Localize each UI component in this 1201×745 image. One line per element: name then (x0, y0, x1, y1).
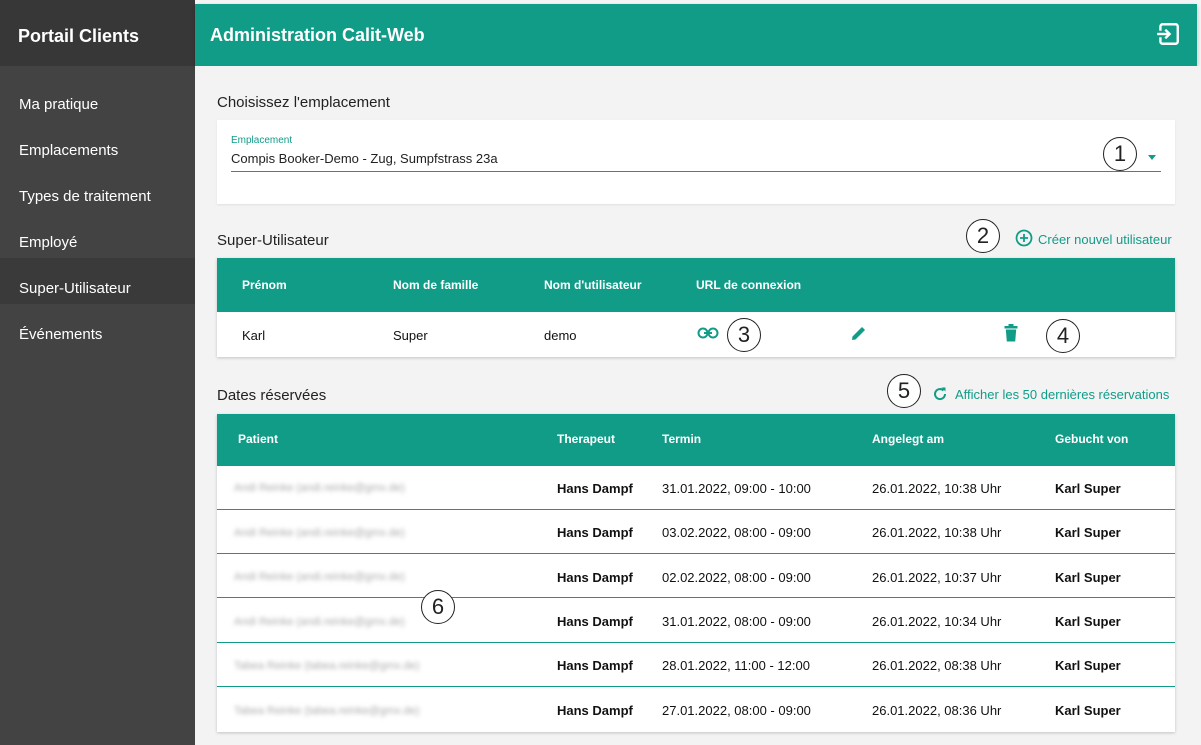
col-url-de-connexion: URL de connexion (696, 278, 802, 292)
cell-username: demo (544, 328, 577, 343)
cell-last-name: Super (393, 328, 428, 343)
col-nom-utilisateur: Nom d'utilisateur (544, 278, 642, 292)
cell-booked-by: Karl Super (1055, 614, 1121, 629)
cell-created: 26.01.2022, 10:38 Uhr (872, 481, 1002, 496)
col-patient: Patient (238, 432, 279, 446)
chevron-down-icon[interactable] (1148, 155, 1156, 160)
col-angelegt-am: Angelegt am (872, 432, 945, 446)
cell-therapist: Hans Dampf (557, 658, 633, 673)
cell-termin: 27.01.2022, 08:00 - 09:00 (662, 703, 811, 718)
cell-booked-by: Karl Super (1055, 658, 1121, 673)
cell-therapist: Hans Dampf (557, 703, 633, 718)
sidebar-title: Portail Clients (0, 0, 195, 66)
cell-termin: 31.01.2022, 09:00 - 10:00 (662, 481, 811, 496)
sidebar: Portail Clients Ma pratique Emplacements… (0, 0, 195, 745)
create-user-button[interactable]: Créer nouvel utilisateur (1038, 232, 1172, 247)
page-title: Administration Calit-Web (210, 25, 425, 45)
row-divider (217, 642, 1175, 643)
edit-icon[interactable] (850, 324, 868, 342)
cell-termin: 03.02.2022, 08:00 - 09:00 (662, 525, 811, 540)
bookings-section-label: Dates réservées (217, 387, 327, 404)
callout-5: 5 (887, 374, 921, 408)
col-gebucht-von: Gebucht von (1055, 432, 1129, 446)
cell-therapist: Hans Dampf (557, 525, 633, 540)
cell-first-name: Karl (242, 328, 266, 343)
location-select[interactable]: Emplacement Compis Booker-Demo - Zug, Su… (217, 120, 1175, 204)
super-user-table-header: Prénom Nom de famille Nom d'utilisateur … (217, 258, 1175, 312)
show-last-bookings-button[interactable]: Afficher les 50 dernières réservations (955, 387, 1169, 402)
location-value[interactable]: Compis Booker-Demo - Zug, Sumpfstrass 23… (231, 151, 498, 166)
callout-1: 1 (1103, 137, 1137, 171)
location-field-label: Emplacement (231, 135, 293, 146)
sidebar-item-ma-pratique[interactable]: Ma pratique (0, 74, 195, 120)
cell-created: 26.01.2022, 10:37 Uhr (872, 570, 1002, 585)
cell-therapist: Hans Dampf (557, 481, 633, 496)
cell-created: 26.01.2022, 08:38 Uhr (872, 658, 1002, 673)
add-circle-icon[interactable] (1015, 229, 1033, 247)
callout-3: 3 (727, 318, 761, 352)
sidebar-item-types-de-traitement[interactable]: Types de traitement (0, 166, 195, 212)
cell-therapist: Hans Dampf (557, 570, 633, 585)
cell-patient: Tabea Reinke (tabea.reinke@gmx.de) (234, 705, 420, 717)
super-user-table: Prénom Nom de famille Nom d'utilisateur … (217, 258, 1175, 357)
main-content: Choisissez l'emplacement Emplacement Com… (195, 66, 1201, 745)
select-underline (231, 171, 1161, 172)
bookings-table: Patient Therapeut Termin Angelegt am Geb… (217, 414, 1175, 732)
row-divider (217, 553, 1175, 554)
cell-patient: Andi Reinke (andi.reinke@gmx.de) (234, 616, 405, 628)
location-section-label: Choisissez l'emplacement (217, 94, 390, 111)
cell-patient: Andi Reinke (andi.reinke@gmx.de) (234, 527, 405, 539)
callout-6: 6 (421, 590, 455, 624)
app-header: Administration Calit-Web (195, 4, 1197, 66)
cell-patient: Tabea Reinke (tabea.reinke@gmx.de) (234, 660, 420, 672)
logout-icon[interactable] (1155, 21, 1181, 47)
cell-patient: Andi Reinke (andi.reinke@gmx.de) (234, 571, 405, 583)
cell-created: 26.01.2022, 10:38 Uhr (872, 525, 1002, 540)
row-divider (217, 686, 1175, 687)
cell-booked-by: Karl Super (1055, 481, 1121, 496)
callout-2: 2 (966, 219, 1000, 253)
sidebar-item-super-utilisateur[interactable]: Super-Utilisateur (0, 258, 195, 304)
cell-therapist: Hans Dampf (557, 614, 633, 629)
sidebar-item-employe[interactable]: Employé (0, 212, 195, 258)
callout-4: 4 (1046, 319, 1080, 353)
row-divider (217, 597, 1175, 598)
bookings-table-header: Patient Therapeut Termin Angelegt am Geb… (217, 414, 1175, 466)
link-icon[interactable] (697, 326, 719, 340)
cell-booked-by: Karl Super (1055, 525, 1121, 540)
cell-termin: 31.01.2022, 08:00 - 09:00 (662, 614, 811, 629)
col-prenom: Prénom (242, 278, 287, 292)
col-therapeut: Therapeut (557, 432, 616, 446)
cell-booked-by: Karl Super (1055, 570, 1121, 585)
cell-patient: Andi Reinke (andi.reinke@gmx.de) (234, 482, 405, 494)
cell-termin: 02.02.2022, 08:00 - 09:00 (662, 570, 811, 585)
cell-booked-by: Karl Super (1055, 703, 1121, 718)
super-user-section-label: Super-Utilisateur (217, 232, 329, 249)
sidebar-item-emplacements[interactable]: Emplacements (0, 120, 195, 166)
cell-termin: 28.01.2022, 11:00 - 12:00 (662, 658, 810, 673)
cell-created: 26.01.2022, 10:34 Uhr (872, 614, 1002, 629)
sidebar-item-evenements[interactable]: Événements (0, 304, 195, 350)
delete-icon[interactable] (1004, 324, 1018, 342)
row-divider (217, 509, 1175, 510)
col-nom-de-famille: Nom de famille (393, 278, 479, 292)
sidebar-nav: Ma pratique Emplacements Types de traite… (0, 66, 195, 350)
refresh-icon[interactable] (932, 386, 948, 402)
col-termin: Termin (662, 432, 702, 446)
cell-created: 26.01.2022, 08:36 Uhr (872, 703, 1002, 718)
